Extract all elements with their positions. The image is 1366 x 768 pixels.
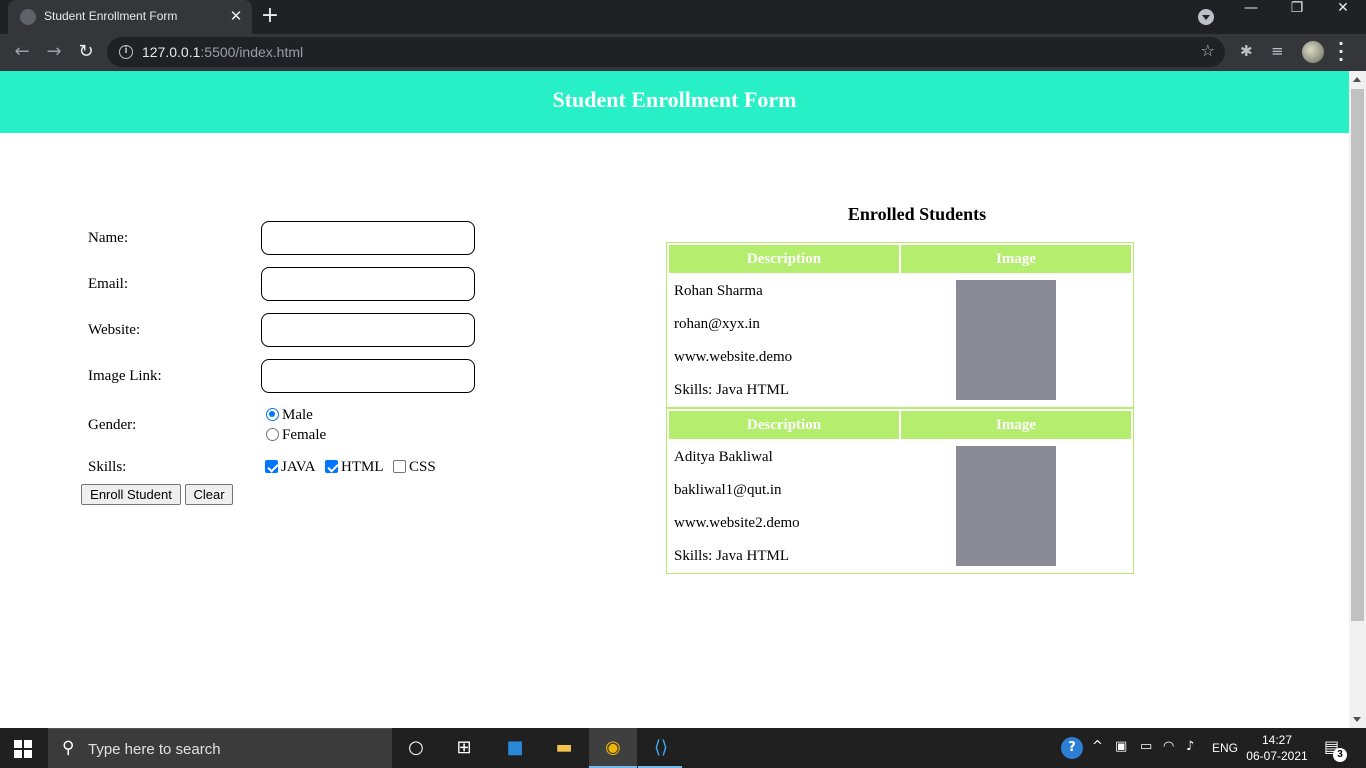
notification-count-badge: 3 <box>1333 748 1347 762</box>
page-scrollbar[interactable] <box>1349 71 1366 728</box>
student-website: www.website2.demo <box>674 515 800 531</box>
skills-label: Skills: <box>88 459 127 475</box>
page-viewport: Student Enrollment Form Name: Email: Web… <box>0 71 1349 728</box>
tab-close-icon[interactable]: ✕ <box>226 6 246 26</box>
help-icon[interactable]: ? <box>1061 737 1083 759</box>
student-skills: Skills: Java HTML <box>674 382 789 398</box>
browser-tab[interactable]: Student Enrollment Form ✕ <box>8 0 252 34</box>
windows-start-icon[interactable] <box>14 740 32 758</box>
skill-html-checkbox[interactable] <box>325 460 338 473</box>
new-tab-button[interactable]: + <box>258 5 282 29</box>
gender-female-label: Female <box>282 427 327 443</box>
gender-label: Gender: <box>88 417 137 433</box>
student-name: Rohan Sharma <box>674 283 763 299</box>
wifi-icon[interactable]: ◠ <box>1163 739 1174 754</box>
extensions-icon[interactable]: ✱ <box>1240 42 1253 60</box>
student-photo <box>956 446 1056 566</box>
student-email: bakliwal1@qut.in <box>674 482 782 498</box>
tab-title: Student Enrollment Form <box>44 9 178 23</box>
taskbar-search[interactable]: ⚲ Type here to search <box>48 728 392 768</box>
student-card: Description Image Aditya Bakliwal bakliw… <box>666 408 1134 574</box>
image-column-header: Image <box>901 411 1131 439</box>
image-column-header: Image <box>901 245 1131 273</box>
browser-menu-icon[interactable]: · · · <box>1336 36 1346 68</box>
tab-search-icon[interactable] <box>1198 9 1214 25</box>
skill-html-label: HTML <box>341 459 384 475</box>
clock-date: 06-07-2021 <box>1246 749 1308 763</box>
gender-female-radio[interactable] <box>266 428 279 441</box>
close-window-button[interactable]: ✕ <box>1320 0 1366 32</box>
student-card: Description Image Rohan Sharma rohan@xyx… <box>666 242 1134 408</box>
show-hidden-icons-chevron[interactable]: ^ <box>1092 739 1103 754</box>
bookmark-star-icon[interactable]: ☆ <box>1201 41 1215 60</box>
gender-male-label: Male <box>282 407 313 423</box>
taskbar: ⚲ Type here to search ○ ⊞ ■ ▬ ◉ ⟨⟩ ? ^ ▣… <box>0 728 1366 768</box>
student-email: rohan@xyx.in <box>674 316 760 332</box>
url-text[interactable]: 127.0.0.1:5500/index.html <box>142 44 303 60</box>
minimize-button[interactable]: — <box>1228 0 1274 32</box>
image-link-input[interactable] <box>261 359 475 393</box>
profile-avatar[interactable] <box>1302 41 1324 63</box>
info-icon[interactable]: i <box>119 45 133 59</box>
email-label: Email: <box>88 276 128 292</box>
gender-male-radio[interactable] <box>266 408 279 421</box>
student-website: www.website.demo <box>674 349 793 365</box>
clear-button[interactable]: Clear <box>185 484 233 505</box>
back-icon[interactable]: ← <box>10 40 34 64</box>
skill-css-checkbox[interactable] <box>393 460 406 473</box>
clock-time: 14:27 <box>1261 733 1293 747</box>
skill-java-checkbox[interactable] <box>265 460 278 473</box>
student-skills: Skills: Java HTML <box>674 548 789 564</box>
browser-toolbar: ← → ↻ i 127.0.0.1:5500/index.html ☆ ✱ ≡ … <box>0 34 1366 71</box>
language-indicator[interactable]: ENG <box>1212 741 1238 755</box>
vscode-icon[interactable]: ⟨⟩ <box>648 736 674 760</box>
media-control-icon[interactable]: ≡ <box>1271 42 1284 60</box>
taskbar-clock[interactable]: 14:27 06-07-2021 <box>1246 732 1308 764</box>
reload-icon[interactable]: ↻ <box>74 40 98 64</box>
address-bar[interactable]: i 127.0.0.1:5500/index.html ☆ <box>107 37 1225 67</box>
page-title: Student Enrollment Form <box>552 87 797 112</box>
student-name: Aditya Bakliwal <box>674 449 773 465</box>
scroll-up-arrow[interactable] <box>1353 77 1361 82</box>
scroll-thumb[interactable] <box>1351 89 1364 621</box>
forward-icon[interactable]: → <box>42 40 66 64</box>
search-icon: ⚲ <box>62 738 75 758</box>
scroll-down-arrow[interactable] <box>1353 717 1361 722</box>
student-photo <box>956 280 1056 400</box>
network-adapter-icon[interactable]: ▣ <box>1115 739 1127 754</box>
email-input[interactable] <box>261 267 475 301</box>
file-explorer-icon[interactable]: ▬ <box>551 736 577 760</box>
description-column-header: Description <box>669 411 899 439</box>
name-label: Name: <box>88 230 128 246</box>
enroll-student-button[interactable]: Enroll Student <box>81 484 181 505</box>
globe-icon <box>20 9 36 25</box>
image-link-label: Image Link: <box>88 368 162 384</box>
taskbar-search-placeholder: Type here to search <box>88 741 221 758</box>
battery-icon[interactable]: ▭ <box>1140 739 1152 754</box>
volume-icon[interactable]: ♪ <box>1186 739 1194 754</box>
chrome-icon: ◉ <box>605 737 621 758</box>
website-input[interactable] <box>261 313 475 347</box>
website-label: Website: <box>88 322 141 338</box>
skill-java-label: JAVA <box>281 459 316 475</box>
description-column-header: Description <box>669 245 899 273</box>
name-input[interactable] <box>261 221 475 255</box>
page-header: Student Enrollment Form <box>0 71 1349 133</box>
cortana-icon[interactable]: ○ <box>403 736 429 760</box>
browser-tab-strip: Student Enrollment Form ✕ + — ❐ ✕ <box>0 0 1366 34</box>
skill-css-label: CSS <box>409 459 436 475</box>
enrolled-students-heading: Enrolled Students <box>847 204 987 224</box>
restore-button[interactable]: ❐ <box>1274 0 1320 32</box>
outlook-icon[interactable]: ■ <box>502 736 528 760</box>
task-view-icon[interactable]: ⊞ <box>451 736 477 760</box>
chrome-taskbar-button[interactable]: ◉ <box>589 728 637 768</box>
